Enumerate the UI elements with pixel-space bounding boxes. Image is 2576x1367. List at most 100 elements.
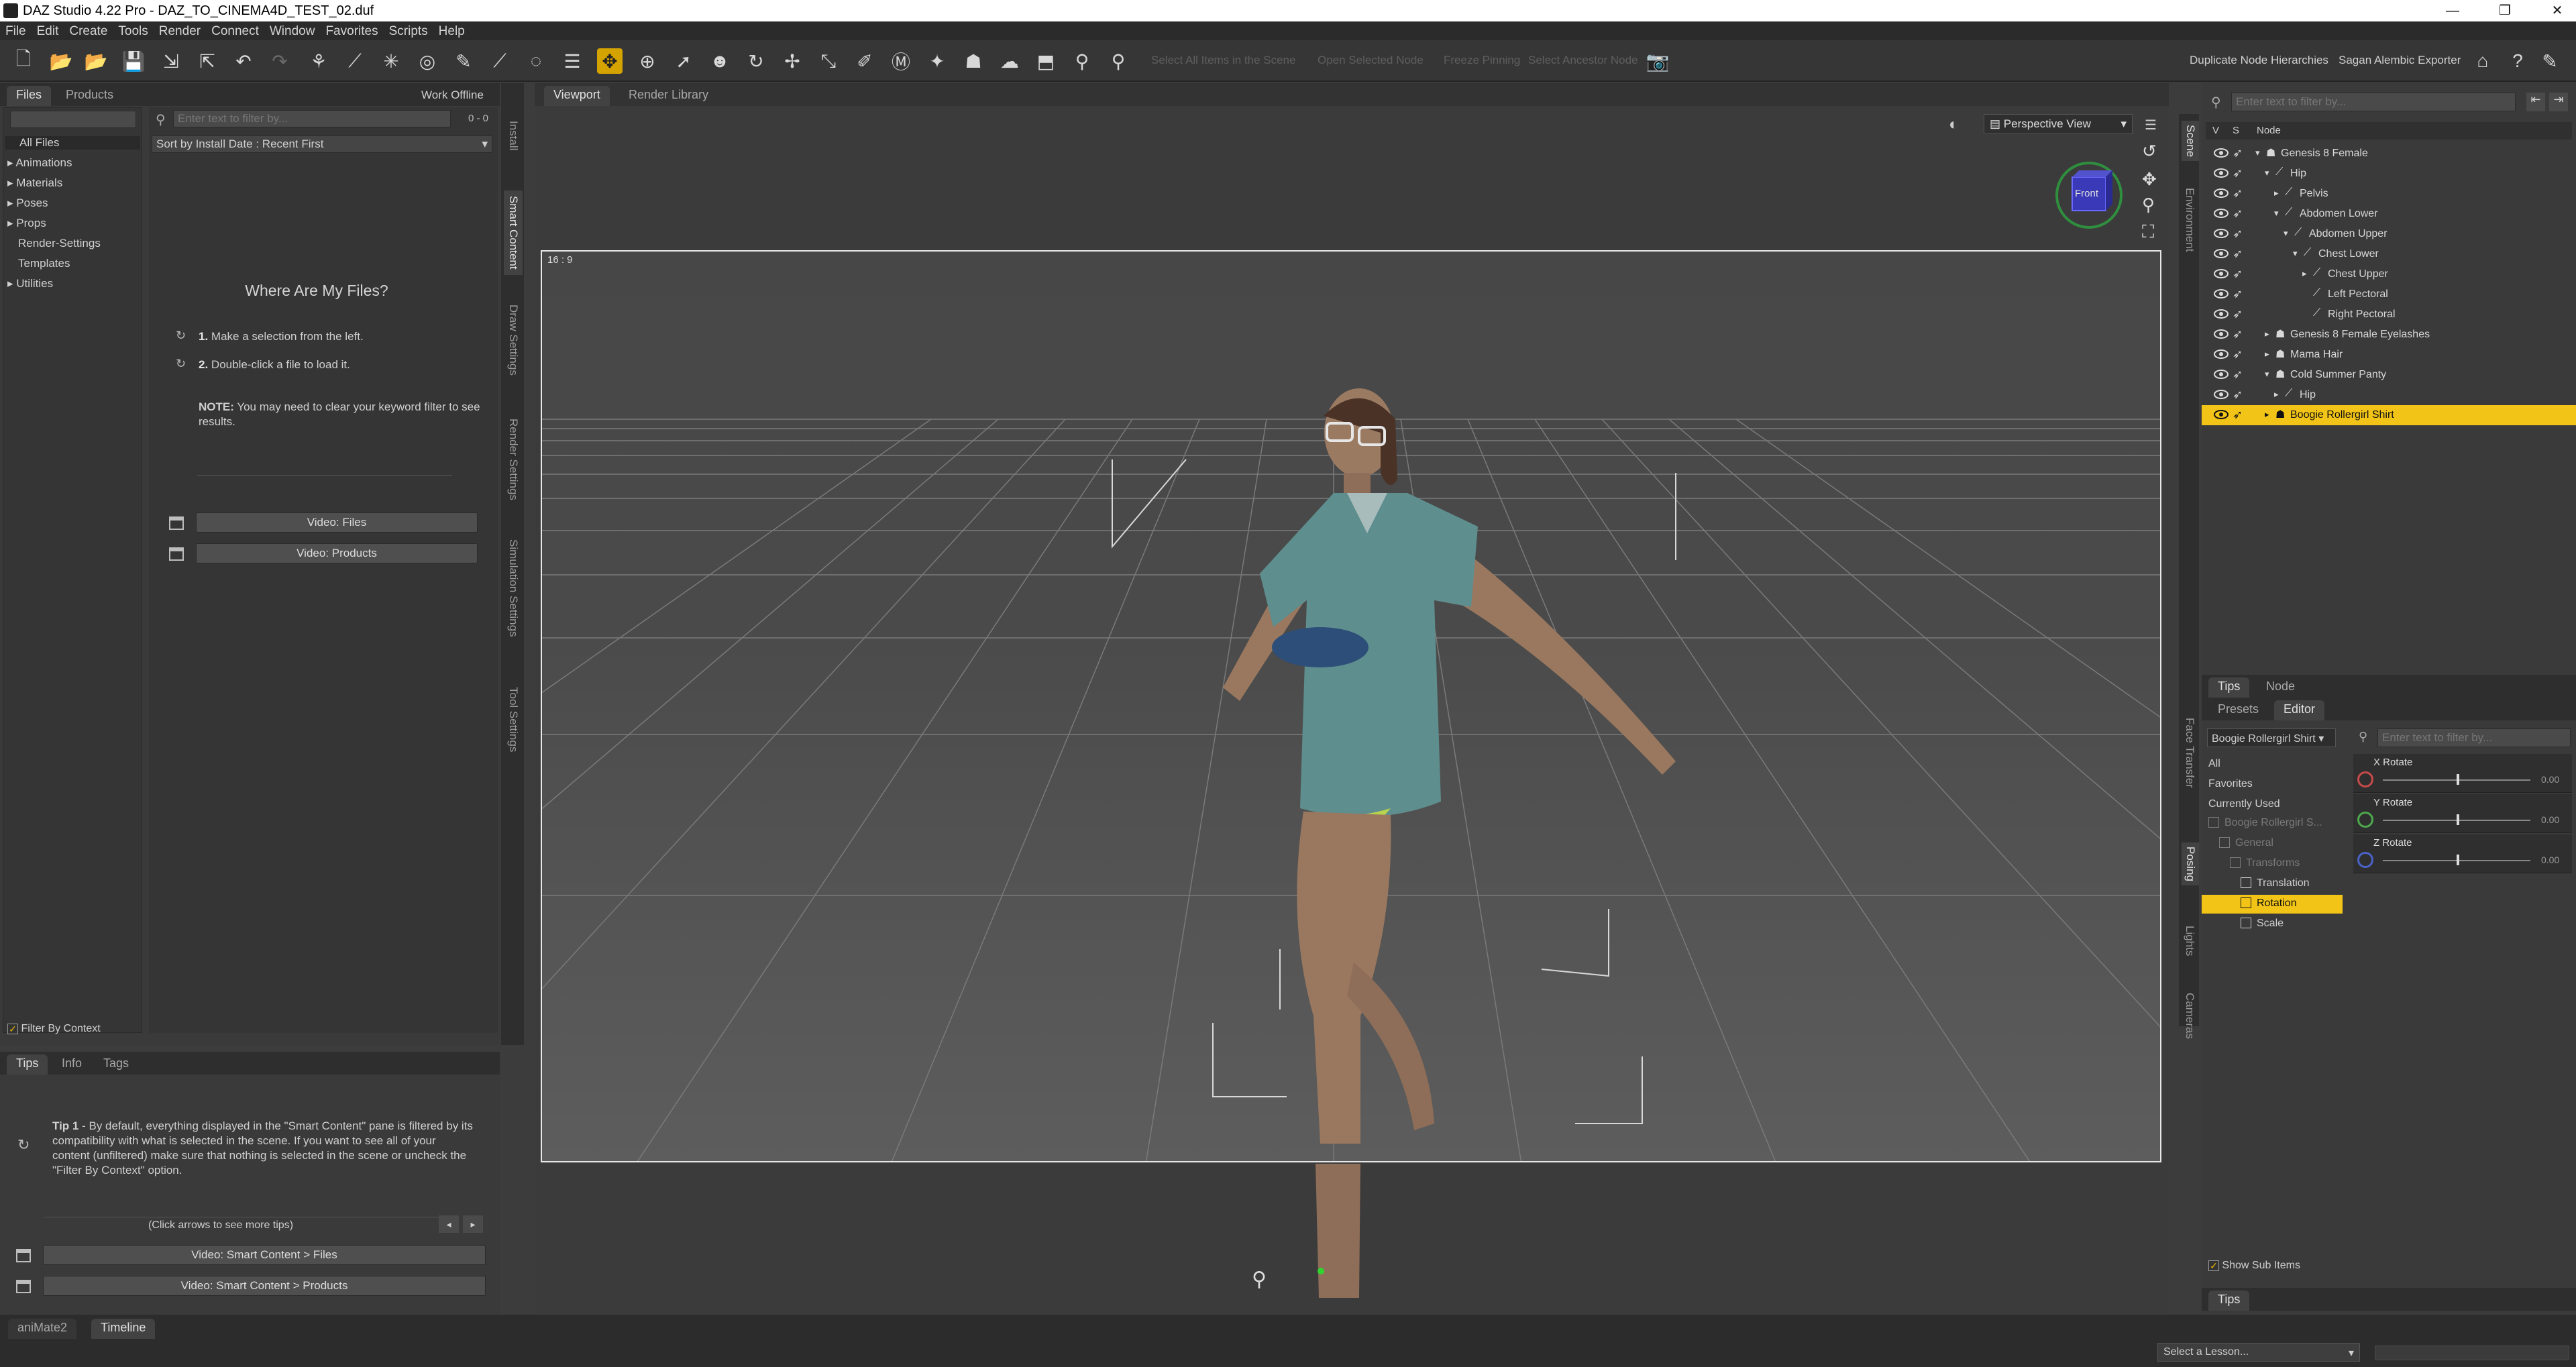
sagan-alembic-exporter-button[interactable]: Sagan Alembic Exporter (2339, 54, 2461, 67)
selectable-arrow-icon[interactable]: ➶ (2233, 267, 2243, 281)
expand-arrow-icon[interactable]: ▸ (2265, 409, 2269, 420)
scene-node-row[interactable]: ➶ ⟋ Left Pectoral (2202, 284, 2576, 305)
tree-item-all-files[interactable]: All Files (5, 136, 140, 150)
params-search-input[interactable] (2377, 728, 2571, 747)
scene-node-row[interactable]: ➶ ⟋ Right Pectoral (2202, 305, 2576, 325)
tree-item-templates[interactable]: Templates (18, 257, 70, 270)
expand-arrow-icon[interactable]: ▸ (2274, 389, 2279, 400)
param-tree-item[interactable]: General (2202, 834, 2343, 853)
tab-tips[interactable]: Tips (2208, 677, 2250, 698)
scene-node-row[interactable]: ➶ ▸ ☗ Genesis 8 Female Eyelashes (2202, 325, 2576, 345)
visibility-eye-icon[interactable] (2214, 248, 2229, 258)
restore-button[interactable]: ❐ (2485, 0, 2525, 21)
pin-tool-icon[interactable]: ⚲ (1069, 48, 1095, 74)
figure-tool-icon[interactable]: ☗ (961, 48, 986, 74)
visibility-eye-icon[interactable] (2214, 148, 2229, 158)
selectable-arrow-icon[interactable]: ➶ (2233, 207, 2243, 221)
menu-tools[interactable]: Tools (113, 21, 153, 42)
side-tab-render-settings[interactable]: Render Settings (506, 419, 520, 500)
region-select-icon[interactable]: ◌ (523, 48, 549, 74)
collapse-arrow-icon[interactable]: ▾ (2293, 248, 2298, 259)
show-sub-items[interactable]: ✓ Show Sub Items (2208, 1260, 2300, 1272)
zoom-icon[interactable]: ⚲ (2142, 195, 2155, 215)
expand-arrow-icon[interactable]: ▸ (7, 176, 13, 189)
expand-arrow-icon[interactable]: ▸ (7, 217, 13, 229)
undo-icon[interactable]: ↶ (231, 48, 256, 74)
joint-editor-icon[interactable]: ⟋ (342, 48, 368, 74)
import-icon[interactable]: ⇲ (158, 48, 184, 74)
save-icon[interactable]: 💾 (121, 48, 146, 74)
tab-products[interactable]: Products (56, 86, 123, 106)
lesson-step-controls[interactable] (2375, 1346, 2569, 1360)
dial-icon[interactable] (2357, 812, 2373, 828)
slider-handle[interactable] (2457, 774, 2459, 785)
home-icon[interactable]: ⌂ (2470, 48, 2496, 74)
select-all-items-button[interactable]: Select All Items in the Scene (1151, 54, 1295, 67)
next-tip-button[interactable]: ▸ (463, 1215, 483, 1233)
side-tab-smart-content[interactable]: Smart Content (504, 190, 523, 275)
rotate-slider[interactable]: Y Rotate 0.00 (2353, 794, 2572, 833)
side-tab-install[interactable]: Install (506, 121, 520, 150)
menu-window[interactable]: Window (264, 21, 321, 42)
side-tab-face-transfer[interactable]: Face Transfer (2183, 718, 2196, 788)
menu-render[interactable]: Render (154, 21, 206, 42)
column-selectable[interactable]: S (2233, 125, 2239, 136)
active-pose-icon[interactable]: ✥ (597, 48, 623, 74)
side-tab-simulation-settings[interactable]: Simulation Settings (506, 539, 520, 637)
orbit-icon[interactable]: ↺ (2142, 141, 2157, 162)
tab-presets[interactable]: Presets (2208, 700, 2268, 720)
menu-help[interactable]: Help (433, 21, 470, 42)
node-selection-icon[interactable]: ➚ (671, 48, 696, 74)
param-group-currently-used[interactable]: Currently Used (2208, 798, 2280, 810)
scene-node-row[interactable]: ➶ ▾ ☗ Genesis 8 Female (2202, 144, 2576, 164)
side-tab-lights[interactable]: Lights (2183, 926, 2196, 956)
scene-node-row[interactable]: ➶ ▾ ☗ Cold Summer Panty (2202, 365, 2576, 385)
tree-item-animations[interactable]: ▸ Animations (7, 156, 72, 170)
rotate-slider[interactable]: Z Rotate 0.00 (2353, 834, 2572, 873)
menu-list-icon[interactable]: ☰ (559, 48, 585, 74)
sort-dropdown[interactable]: Sort by Install Date : Recent First ▾ (152, 135, 492, 153)
video-files-button[interactable]: Video: Files (196, 512, 478, 533)
video-products-button[interactable]: Video: Products (196, 543, 478, 563)
camera-tool-icon[interactable]: ⬒ (1033, 48, 1059, 74)
tab-editor[interactable]: Editor (2274, 700, 2325, 720)
column-node[interactable]: Node (2257, 125, 2281, 136)
menu-edit[interactable]: Edit (32, 21, 64, 42)
param-group-all[interactable]: All (2208, 758, 2220, 770)
filter-by-context[interactable]: ✓ Filter By Context (7, 1023, 101, 1035)
tree-item-props[interactable]: ▸ Props (7, 217, 46, 230)
lesson-dropdown[interactable]: Select a Lesson... ▾ (2157, 1343, 2360, 1362)
surface-tool-icon[interactable]: ✐ (852, 48, 877, 74)
spot-render-icon[interactable]: ⟋ (487, 48, 513, 74)
tool-m-icon[interactable]: Ⓜ (888, 48, 914, 74)
surface-selection-icon[interactable]: ◎ (415, 48, 440, 74)
scene-node-row[interactable]: ➶ ▸ ⟋ Chest Upper (2202, 264, 2576, 284)
expand-arrow-icon[interactable]: ▸ (7, 197, 13, 209)
slider-handle[interactable] (2457, 814, 2459, 825)
tree-item-materials[interactable]: ▸ Materials (7, 176, 62, 190)
work-offline-button[interactable]: Work Offline (421, 89, 484, 102)
visibility-eye-icon[interactable] (2214, 409, 2229, 419)
tab-node[interactable]: Node (2257, 677, 2304, 698)
video-smart-content-products-button[interactable]: Video: Smart Content > Products (43, 1276, 486, 1296)
param-tree-item[interactable]: Scale (2202, 915, 2343, 934)
screenshot-camera-icon[interactable]: 📷 (1645, 48, 1670, 74)
scene-node-row[interactable]: ➶ ▾ ⟋ Chest Lower (2202, 244, 2576, 264)
scene-node-row[interactable]: ➶ ▾ ⟋ Abdomen Upper (2202, 224, 2576, 244)
pin-icon[interactable]: ✎ (2537, 48, 2563, 74)
frame-icon[interactable]: ⛶ (2142, 221, 2154, 243)
tab-render-library[interactable]: Render Library (619, 86, 718, 106)
visibility-eye-icon[interactable] (2214, 268, 2229, 278)
new-icon[interactable]: 🗋 (11, 48, 36, 74)
selectable-arrow-icon[interactable]: ➶ (2233, 327, 2243, 341)
expand-arrow-icon[interactable]: ▸ (7, 156, 13, 169)
tab-timeline[interactable]: Timeline (91, 1319, 156, 1339)
view-cube[interactable]: Front (2052, 158, 2126, 232)
pin-tool-2-icon[interactable]: ⚲ (1106, 48, 1131, 74)
selectable-arrow-icon[interactable]: ➶ (2233, 146, 2243, 160)
merge-icon[interactable]: 📂 (83, 48, 109, 74)
visibility-eye-icon[interactable] (2214, 329, 2229, 339)
viewport-menu-icon[interactable]: ☰ (2145, 117, 2157, 133)
menu-scripts[interactable]: Scripts (384, 21, 433, 42)
translate-icon[interactable]: ✢ (780, 48, 805, 74)
